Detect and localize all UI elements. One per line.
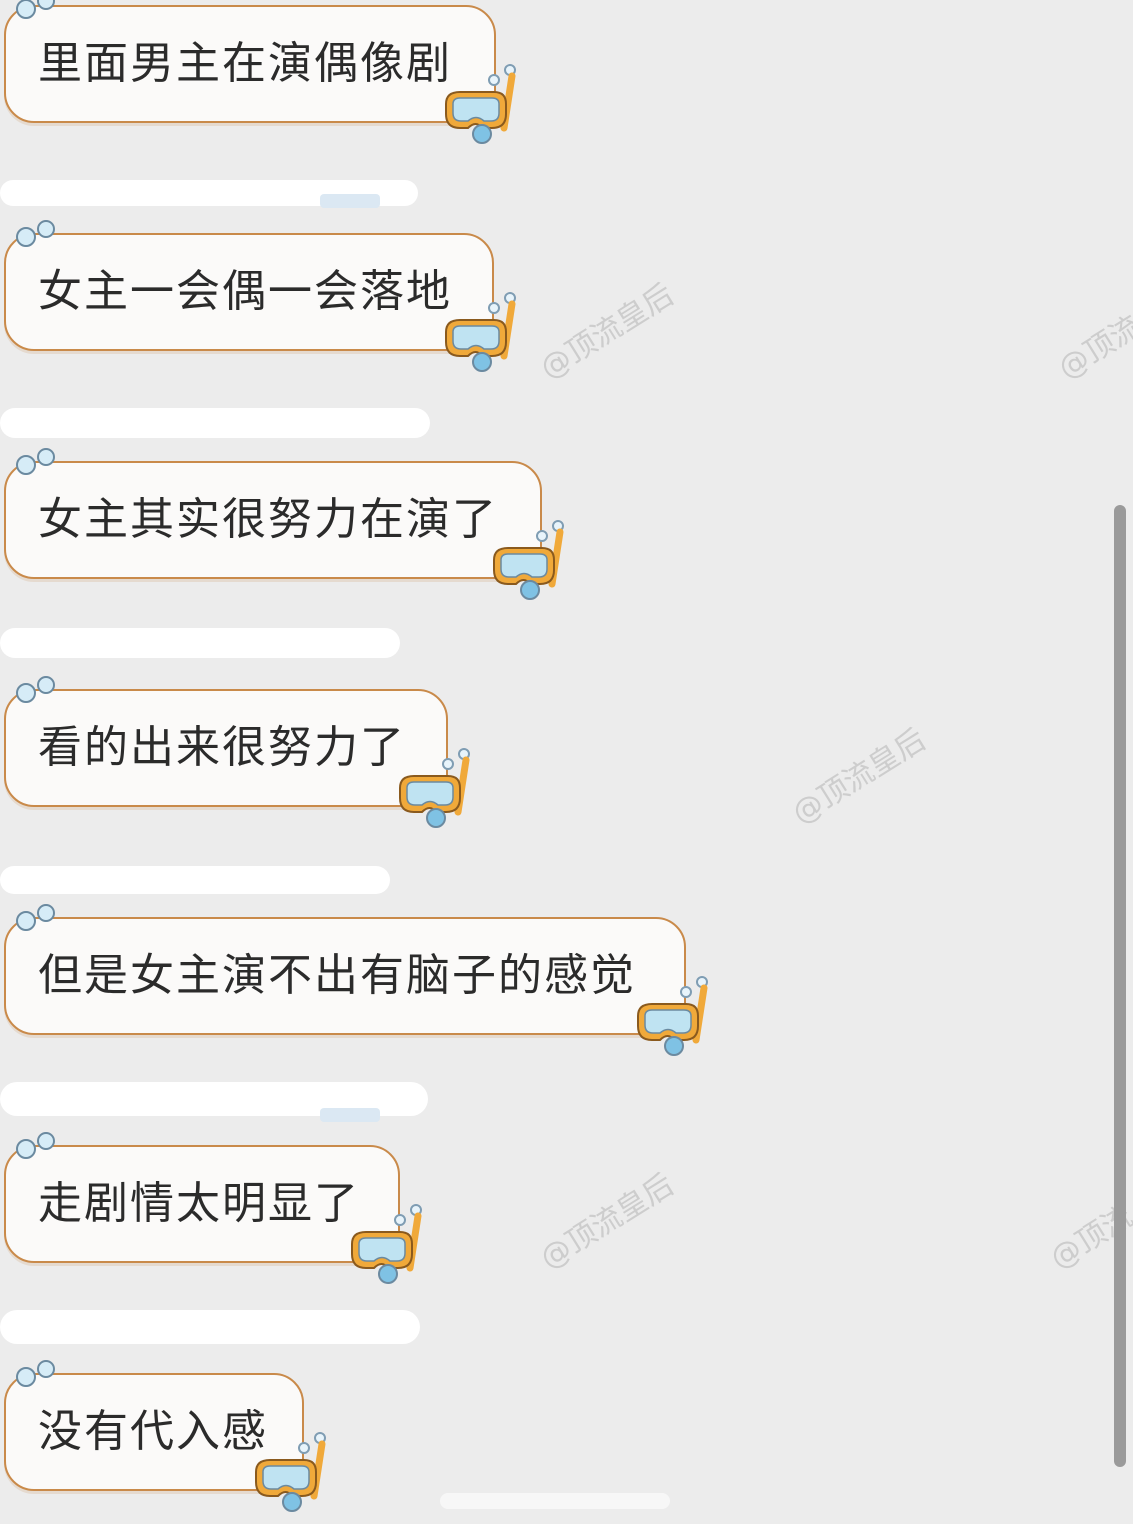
redacted-sender-name [0, 866, 390, 894]
message-text: 但是女主演不出有脑子的感觉 [38, 950, 636, 1001]
bubbles-icon [16, 904, 55, 931]
message-bubble[interactable]: 走剧情太明显了 [4, 1132, 400, 1263]
message-bubble[interactable]: 里面男主在演偶像剧 [4, 0, 496, 123]
diving-goggles-icon [637, 976, 708, 1056]
bubbles-icon [16, 676, 55, 703]
message-text: 女主一会偶一会落地 [38, 266, 452, 317]
bubbles-icon [16, 0, 55, 19]
scrollbar-thumb[interactable] [1114, 505, 1126, 1467]
redacted-bottom-element [440, 1493, 670, 1509]
bubbles-icon [16, 448, 55, 475]
watermark: @顶流皇后 [786, 722, 932, 832]
message-text: 女主其实很努力在演了 [38, 494, 498, 545]
message-text: 里面男主在演偶像剧 [38, 38, 452, 89]
message-text: 没有代入感 [38, 1406, 268, 1457]
message-bubble[interactable]: 女主一会偶一会落地 [4, 220, 494, 351]
message-bubble[interactable]: 女主其实很努力在演了 [4, 448, 542, 579]
bubbles-icon [16, 1132, 55, 1159]
message-text: 走剧情太明显了 [38, 1178, 360, 1229]
diving-goggles-icon [445, 292, 516, 372]
diving-goggles-icon [493, 520, 564, 600]
watermark: @顶流皇后 [534, 277, 680, 387]
watermark: @顶流皇后 [534, 1167, 680, 1277]
redacted-sender-name [0, 1082, 428, 1122]
diving-goggles-icon [351, 1204, 422, 1284]
redacted-sender-name [0, 1310, 420, 1344]
watermark: @顶流 [1052, 309, 1133, 387]
redacted-sender-name [0, 628, 400, 658]
message-text: 看的出来很努力了 [38, 722, 406, 773]
redacted-sender-name [0, 408, 430, 438]
diving-goggles-icon [255, 1432, 326, 1512]
diving-goggles-icon [399, 748, 470, 828]
bubbles-icon [16, 220, 55, 247]
redacted-sender-name [0, 180, 418, 208]
message-bubble[interactable]: 但是女主演不出有脑子的感觉 [4, 904, 686, 1035]
scrollbar[interactable] [1114, 505, 1126, 1467]
bubbles-icon [16, 1360, 55, 1387]
chat-window: @顶流皇后 @顶流 @顶流皇后 @顶流皇后 @顶流 里面男主在演偶像剧 女主一会… [0, 0, 1133, 1524]
message-bubble[interactable]: 看的出来很努力了 [4, 676, 448, 807]
diving-goggles-icon [445, 64, 516, 144]
